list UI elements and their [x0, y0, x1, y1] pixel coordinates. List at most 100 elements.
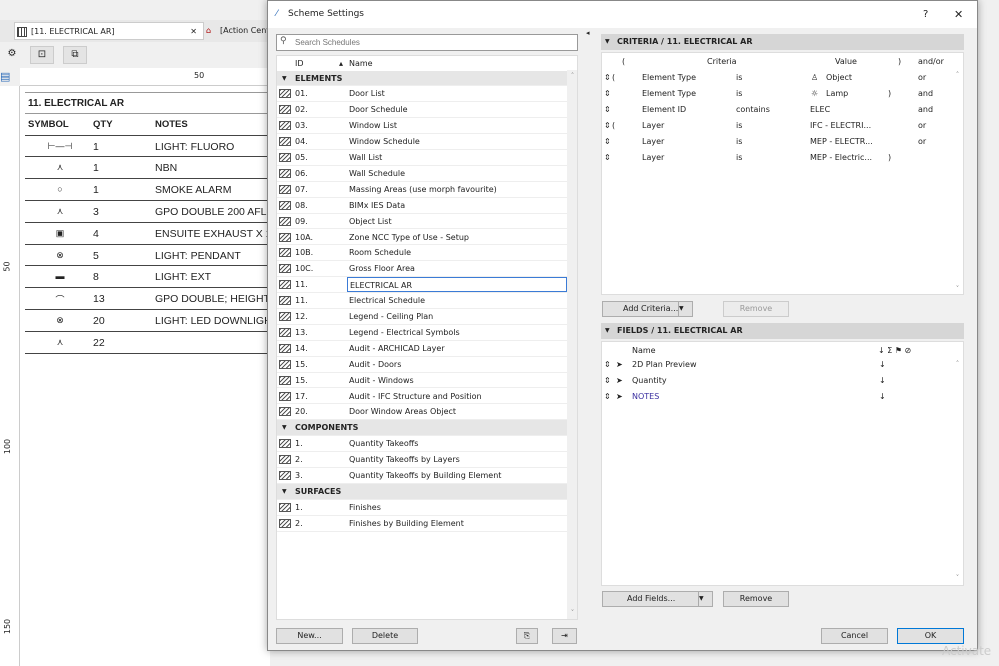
col-name[interactable]: Name	[347, 56, 567, 71]
sort-icon[interactable]: ↓	[879, 389, 886, 405]
list-item[interactable]: 13. Legend - Electrical Symbols	[277, 325, 567, 341]
list-scrollbar[interactable]: ˄ ˅	[567, 70, 577, 619]
field-row[interactable]: ⇕ ➤ NOTES ↓	[602, 389, 952, 405]
criteria-field[interactable]: Layer	[642, 134, 664, 150]
and-or[interactable]: and	[918, 86, 933, 102]
criteria-field[interactable]: Element Type	[642, 86, 696, 102]
field-row[interactable]: ⇕ ➤ 2D Plan Preview ↓	[602, 357, 952, 373]
zoom-fit-button[interactable]: ⊡	[30, 46, 54, 64]
list-item[interactable]: 05. Wall List	[277, 150, 567, 166]
criteria-row[interactable]: ⇕ Element Type is Lamp) and ☼	[602, 86, 952, 102]
value[interactable]: MEP - ELECTR...	[810, 134, 873, 150]
group-surfaces[interactable]: ▼ SURFACES	[277, 483, 567, 500]
expand-arrow-icon[interactable]: ▼	[282, 484, 287, 500]
field-row[interactable]: ⇕ ➤ Quantity ↓	[602, 373, 952, 389]
list-item[interactable]: 11. ELECTRICAL AR	[277, 277, 567, 294]
field-name[interactable]: NOTES	[632, 389, 659, 405]
drag-handle-icon[interactable]: ⇕	[604, 86, 611, 102]
collapse-panel-icon[interactable]: ◂	[586, 29, 590, 37]
list-item[interactable]: 03. Window List	[277, 118, 567, 135]
operator[interactable]: is	[736, 86, 742, 102]
close-paren[interactable]: )	[888, 86, 891, 102]
delete-button[interactable]: Delete	[352, 628, 418, 644]
and-or[interactable]: or	[918, 118, 926, 134]
criteria-field[interactable]: Layer	[642, 118, 664, 134]
cancel-button[interactable]: Cancel	[821, 628, 888, 644]
remove-criteria-button[interactable]: Remove	[723, 301, 789, 317]
value[interactable]: Lamp	[826, 86, 848, 102]
list-item[interactable]: 1. Quantity Takeoffs	[277, 436, 567, 453]
criteria-row[interactable]: ⇕ Layer is MEP - ELECTR... or	[602, 134, 952, 150]
list-item[interactable]: 11. Electrical Schedule	[277, 293, 567, 309]
criteria-field[interactable]: Element Type	[642, 70, 696, 86]
search-input[interactable]	[276, 34, 578, 51]
tab-electrical-ar[interactable]: [11. ELECTRICAL AR] ✕	[14, 22, 204, 40]
list-item[interactable]: 10B. Room Schedule	[277, 245, 567, 262]
criteria-row[interactable]: ⇕ Element ID contains ELEC and	[602, 102, 952, 118]
value[interactable]: ELEC	[810, 102, 830, 118]
drag-handle-icon[interactable]: ⇕	[604, 357, 611, 373]
list-item[interactable]: 20. Door Window Areas Object	[277, 404, 567, 421]
list-item[interactable]: 2. Quantity Takeoffs by Layers	[277, 452, 567, 468]
dropdown-arrow-icon[interactable]: ▼	[678, 302, 692, 316]
export-button[interactable]: ⇥	[552, 628, 577, 644]
list-item[interactable]: 08. BIMx IES Data	[277, 198, 567, 214]
operator[interactable]: is	[736, 134, 742, 150]
and-or[interactable]: or	[918, 134, 926, 150]
arrange-button[interactable]: ⧉	[63, 46, 87, 64]
help-button[interactable]: ?	[923, 1, 928, 28]
table-options-icon[interactable]: ▤	[0, 70, 18, 84]
field-name[interactable]: 2D Plan Preview	[632, 357, 697, 373]
list-item[interactable]: 04. Window Schedule	[277, 134, 567, 150]
criteria-row[interactable]: ⇕ Layer is MEP - Electric...)	[602, 150, 952, 166]
field-name[interactable]: Quantity	[632, 373, 667, 389]
tab-action-center[interactable]: ⌂ [Action Cent	[204, 22, 270, 40]
drag-handle-icon[interactable]: ⇕	[604, 102, 611, 118]
expand-arrow-icon[interactable]: ▼	[282, 420, 287, 436]
open-paren[interactable]: (	[612, 118, 615, 134]
add-fields-button[interactable]: Add Fields... ▼	[602, 591, 713, 607]
dropdown-arrow-icon[interactable]: ▼	[698, 592, 712, 606]
remove-field-button[interactable]: Remove	[723, 591, 789, 607]
criteria-field[interactable]: Layer	[642, 150, 664, 166]
operator[interactable]: is	[736, 150, 742, 166]
sort-icon[interactable]: ↓	[879, 373, 886, 389]
and-or[interactable]: or	[918, 70, 926, 86]
group-elements[interactable]: ▼ ELEMENTS	[277, 70, 567, 87]
list-item[interactable]: 01. Door List	[277, 86, 567, 103]
sort-icon[interactable]: ↓	[879, 357, 886, 373]
list-item[interactable]: 06. Wall Schedule	[277, 166, 567, 182]
list-item[interactable]: 14. Audit - ARCHICAD Layer	[277, 341, 567, 357]
criteria-section-header[interactable]: ▼ CRITERIA / 11. ELECTRICAL AR	[601, 34, 964, 50]
value[interactable]: MEP - Electric...	[810, 150, 872, 166]
operator[interactable]: is	[736, 118, 742, 134]
list-item[interactable]: 10C. Gross Floor Area	[277, 261, 567, 278]
fields-scrollbar[interactable]: ˄ ˅	[952, 360, 963, 582]
criteria-scrollbar[interactable]: ˄ ˅	[952, 71, 963, 293]
drag-handle-icon[interactable]: ⇕	[604, 70, 611, 86]
list-item[interactable]: 09. Object List	[277, 214, 567, 230]
expand-arrow-icon[interactable]: ▼	[282, 71, 287, 87]
add-criteria-button[interactable]: Add Criteria... ▼	[602, 301, 693, 317]
settings-icon[interactable]: ⚙	[0, 46, 24, 64]
criteria-row[interactable]: ⇕( Layer is IFC - ELECTRI... or	[602, 118, 952, 134]
value[interactable]: IFC - ELECTRI...	[810, 118, 871, 134]
import-button[interactable]: ⎘	[516, 628, 538, 644]
operator[interactable]: contains	[736, 102, 770, 118]
drag-handle-icon[interactable]: ⇕	[604, 134, 611, 150]
criteria-field[interactable]: Element ID	[642, 102, 686, 118]
list-item[interactable]: 12. Legend - Ceiling Plan	[277, 309, 567, 325]
list-item[interactable]: 10A. Zone NCC Type of Use - Setup	[277, 230, 567, 246]
list-item[interactable]: 1. Finishes	[277, 500, 567, 516]
open-paren[interactable]: (	[612, 70, 615, 86]
drag-handle-icon[interactable]: ⇕	[604, 389, 611, 405]
drag-handle-icon[interactable]: ⇕	[604, 118, 611, 134]
new-button[interactable]: New...	[276, 628, 343, 644]
ok-button[interactable]: OK	[897, 628, 964, 644]
list-item[interactable]: 3. Quantity Takeoffs by Building Element	[277, 468, 567, 484]
list-item[interactable]: 02. Door Schedule	[277, 102, 567, 119]
criteria-row[interactable]: ⇕(Element Type is Object or ♙	[602, 70, 952, 86]
operator[interactable]: is	[736, 70, 742, 86]
list-item[interactable]: 15. Audit - Doors	[277, 357, 567, 373]
list-item[interactable]: 07. Massing Areas (use morph favourite)	[277, 182, 567, 198]
